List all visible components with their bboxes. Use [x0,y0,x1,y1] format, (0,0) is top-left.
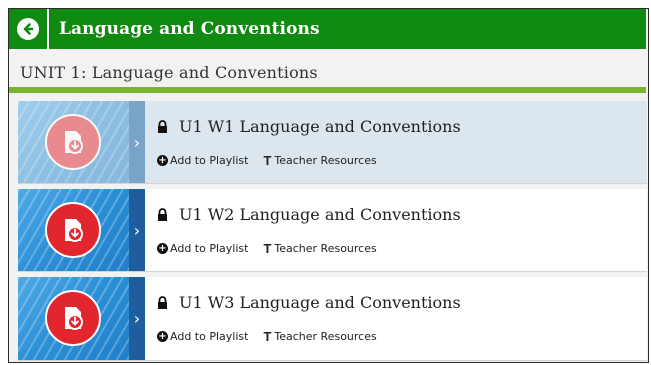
chevron-right-icon: › [133,220,141,240]
unit-divider [9,87,646,93]
lock-icon [157,296,168,309]
add-to-playlist-button[interactable]: + Add to Playlist [157,154,248,167]
document-download-icon [45,114,101,170]
add-to-playlist-label: Add to Playlist [170,154,249,167]
unit-title: UNIT 1: Language and Conventions [20,63,318,82]
add-to-playlist-button[interactable]: + Add to Playlist [157,330,248,343]
add-to-playlist-label: Add to Playlist [170,330,249,343]
teacher-resources-button[interactable]: T Teacher Resources [263,153,376,168]
t-letter-icon: T [263,329,272,344]
expand-button[interactable]: › [129,189,145,271]
lesson-title[interactable]: U1 W2 Language and Conventions [179,205,461,224]
lesson-content: U1 W1 Language and Conventions + Add to … [145,101,647,183]
lesson-content: U1 W3 Language and Conventions + Add to … [145,277,647,360]
expand-button[interactable]: › [129,277,145,360]
lock-icon [157,120,168,133]
lesson-row[interactable]: › U1 W2 Language and Conventions + Add t… [18,189,647,272]
add-to-playlist-button[interactable]: + Add to Playlist [157,242,248,255]
add-to-playlist-label: Add to Playlist [170,242,249,255]
chevron-right-icon: › [133,132,141,152]
expand-button[interactable]: › [129,101,145,183]
teacher-resources-label: Teacher Resources [274,330,377,343]
t-letter-icon: T [263,153,272,168]
teacher-resources-button[interactable]: T Teacher Resources [263,329,376,344]
lesson-thumbnail[interactable] [18,189,129,271]
teacher-resources-label: Teacher Resources [274,154,377,167]
teacher-resources-button[interactable]: T Teacher Resources [263,241,376,256]
chevron-right-icon: › [133,309,141,328]
document-download-icon [45,290,101,346]
teacher-resources-label: Teacher Resources [274,242,377,255]
lesson-content: U1 W2 Language and Conventions + Add to … [145,189,647,271]
lock-icon [157,208,168,221]
page-title: Language and Conventions [59,19,320,39]
plus-circle-icon: + [157,331,168,342]
plus-circle-icon: + [157,243,168,254]
plus-circle-icon: + [157,155,168,166]
lesson-title[interactable]: U1 W3 Language and Conventions [179,293,461,312]
header-bar: Language and Conventions [9,9,646,49]
lesson-thumbnail[interactable] [18,101,129,183]
lesson-title[interactable]: U1 W1 Language and Conventions [179,117,461,136]
lesson-row[interactable]: › U1 W1 Language and Conventions + Add t… [18,101,647,184]
lesson-thumbnail[interactable] [18,277,129,360]
back-button[interactable] [9,9,49,49]
lesson-row[interactable]: › U1 W3 Language and Conventions + Add t… [18,277,647,361]
t-letter-icon: T [263,241,272,256]
document-download-icon [45,202,101,258]
arrow-left-circle-icon [17,18,39,40]
